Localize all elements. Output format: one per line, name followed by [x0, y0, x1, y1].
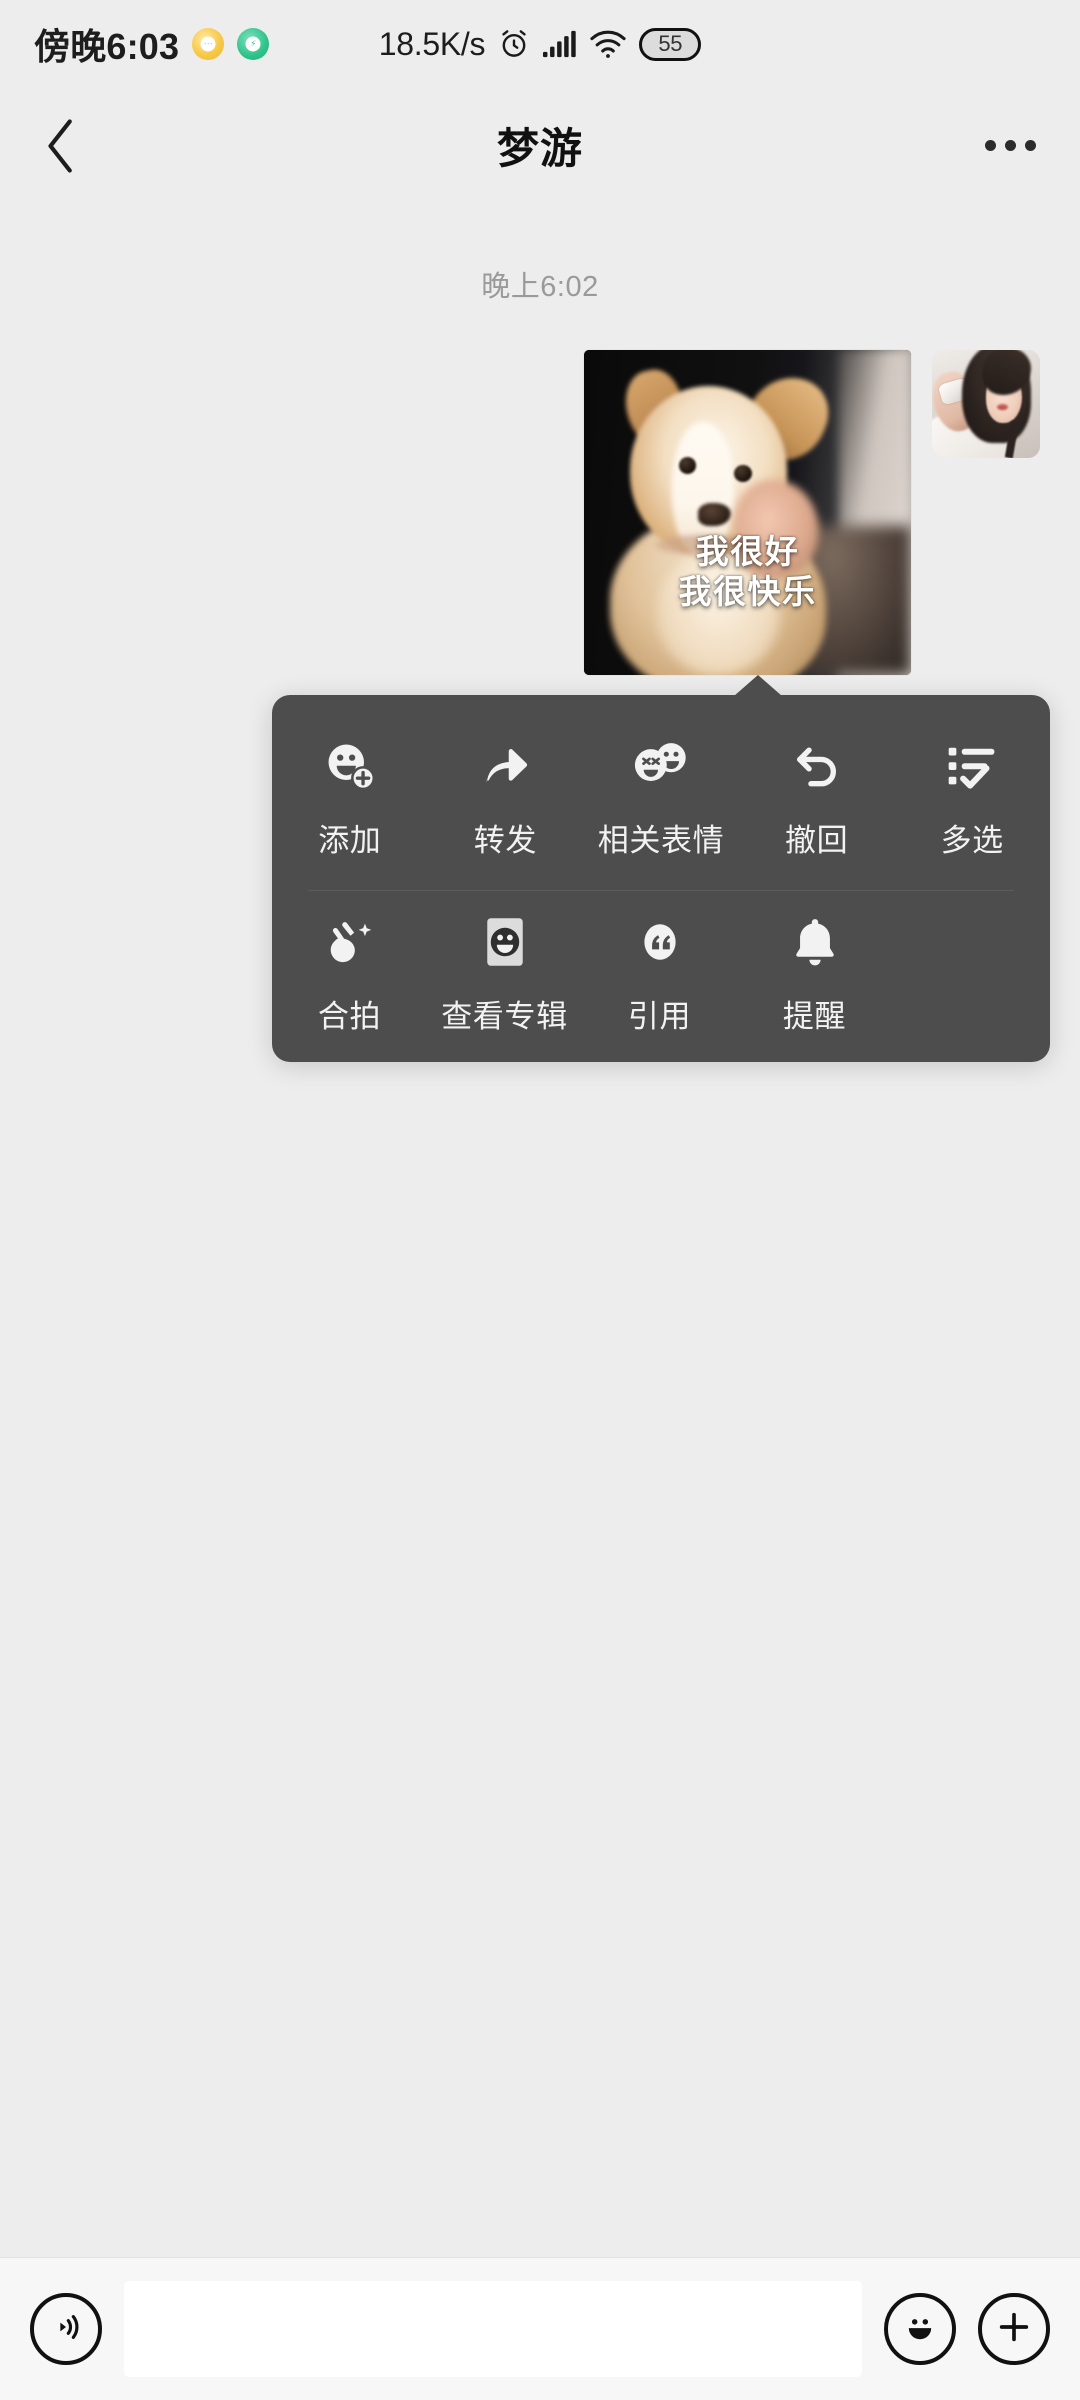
wifi-icon: [589, 29, 627, 59]
voice-wave-icon: [46, 2307, 86, 2352]
add-emoji-icon: [322, 737, 378, 795]
message-input[interactable]: [124, 2281, 862, 2377]
message-row-outgoing: 我很好 我很快乐: [0, 350, 1080, 675]
status-bar: 傍晚6:03 ⋯ ⚡ 18.5K/s 55: [0, 0, 1080, 88]
context-menu-item-add[interactable]: 添加: [272, 731, 428, 864]
battery-icon: 55: [639, 27, 702, 61]
battery-level-text: 55: [658, 31, 683, 56]
plus-icon: [994, 2307, 1034, 2352]
context-menu-label: 提醒: [782, 999, 847, 1034]
message-context-menu: 添加 转发 相关表情 撤回 多选 合拍 查看专辑 引用 提醒: [272, 675, 1050, 1062]
context-menu-item-related-stickers[interactable]: 相关表情: [583, 731, 739, 864]
context-menu-label: 撤回: [784, 823, 849, 858]
context-menu-label: 相关表情: [597, 823, 725, 858]
context-menu-item-duet[interactable]: 合拍: [272, 907, 427, 1040]
voice-input-button[interactable]: [30, 2293, 102, 2365]
emoji-smiley-icon: [898, 2305, 942, 2354]
context-menu-item-recall[interactable]: 撤回: [739, 731, 895, 864]
context-menu-item-quote[interactable]: 引用: [582, 907, 737, 1040]
avatar[interactable]: [932, 350, 1040, 458]
context-menu-label: 查看专辑: [441, 999, 568, 1034]
status-time: 傍晚6:03: [34, 26, 180, 67]
album-smiley-icon: [477, 913, 533, 971]
context-menu-tail: [734, 675, 782, 696]
alarm-clock-icon: [497, 27, 531, 61]
context-menu-item-multiselect[interactable]: 多选: [894, 731, 1050, 864]
status-bar-left: 傍晚6:03 ⋯ ⚡: [34, 18, 270, 70]
image-message-bubble[interactable]: 我很好 我很快乐: [584, 350, 911, 675]
message-timestamp: 晚上6:02: [481, 271, 599, 303]
image-caption-line2: 我很快乐: [678, 573, 817, 611]
forward-arrow-icon: [477, 737, 533, 795]
signal-bars-icon: [543, 29, 577, 59]
emoji-button[interactable]: [884, 2293, 956, 2365]
more-options-button[interactable]: [985, 140, 1036, 151]
message-input-bar: [0, 2257, 1080, 2400]
context-menu-label: 引用: [627, 999, 692, 1034]
context-menu-label: 添加: [318, 823, 382, 858]
context-menu-item-view-album[interactable]: 查看专辑: [427, 907, 582, 1040]
back-button[interactable]: [44, 118, 100, 174]
page-title: 梦游: [496, 125, 583, 172]
context-menu-item-remind[interactable]: 提醒: [737, 907, 892, 1040]
undo-recall-icon: [788, 737, 846, 795]
image-caption-line1: 我很好: [695, 533, 800, 570]
more-dot: [1005, 140, 1016, 151]
network-speed-text: 18.5K/s: [378, 25, 486, 62]
multi-select-list-icon: [943, 737, 1001, 795]
context-menu-label: 转发: [473, 823, 537, 858]
quote-marks-icon: [632, 913, 688, 971]
add-more-button[interactable]: [978, 2293, 1050, 2365]
message-text-field[interactable]: [124, 2281, 862, 2377]
image-caption: 我很好 我很快乐: [584, 532, 911, 613]
context-menu-row-2: 合拍 查看专辑 引用 提醒: [272, 891, 1050, 1040]
context-menu-row-1: 添加 转发 相关表情 撤回 多选: [272, 709, 1050, 864]
more-dot: [985, 140, 996, 151]
puppy-photo: [584, 350, 911, 675]
context-menu-label: 合拍: [317, 999, 382, 1034]
app-header: 梦游: [0, 88, 1080, 203]
chat-message-area: 晚上6:02 我很好 我很快乐: [0, 203, 1080, 2257]
yellow-app-dot-icon: ⋯: [192, 28, 225, 60]
context-menu-label: 多选: [940, 823, 1004, 858]
context-menu-item-forward[interactable]: 转发: [428, 731, 584, 864]
bell-reminder-icon: [787, 913, 843, 971]
green-app-dot-icon: ⚡: [237, 28, 270, 60]
more-dot: [1025, 140, 1036, 151]
related-stickers-icon: [631, 737, 691, 795]
duet-hand-icon: [322, 913, 378, 971]
